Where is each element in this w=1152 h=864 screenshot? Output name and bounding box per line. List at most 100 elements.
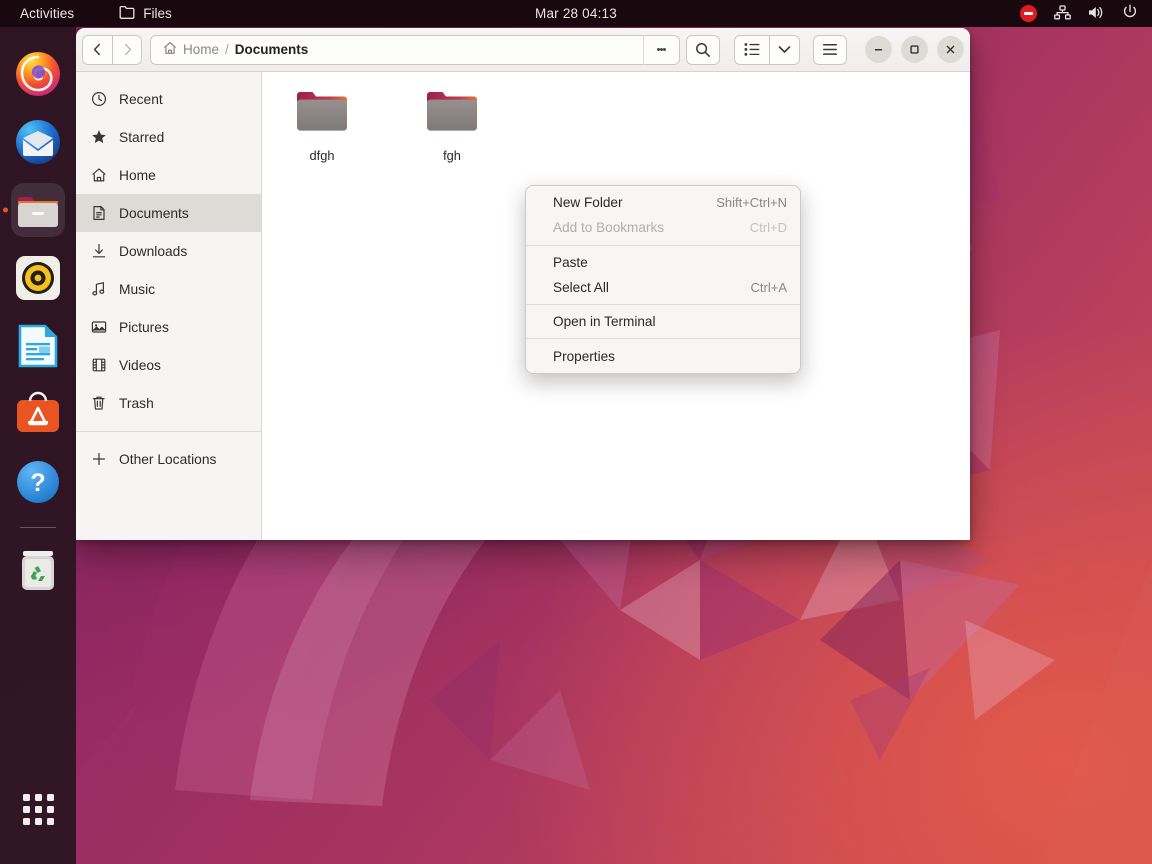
show-applications-button[interactable]	[15, 786, 61, 832]
menu-label: Properties	[553, 348, 615, 364]
breadcrumb: Home / Documents	[150, 34, 680, 65]
trash-icon	[90, 395, 107, 412]
folder-icon	[119, 5, 135, 22]
menu-item-paste[interactable]: Paste	[526, 250, 800, 275]
list-view-button[interactable]	[734, 34, 770, 65]
menu-accel: Shift+Ctrl+N	[716, 195, 787, 211]
home-icon	[163, 41, 177, 58]
sidebar-item-music[interactable]: Music	[76, 270, 261, 308]
sidebar-label-home: Home	[119, 167, 156, 183]
sidebar: Recent Starred Home Documents Downloads …	[76, 72, 262, 540]
menu-item-open-in-terminal[interactable]: Open in Terminal	[526, 309, 800, 334]
video-icon	[90, 357, 107, 374]
dock-item-files[interactable]	[11, 183, 65, 237]
window-controls	[865, 36, 964, 63]
app-menu-label: Files	[143, 6, 172, 21]
back-button[interactable]	[82, 34, 112, 65]
ubuntu-software-icon	[17, 391, 59, 432]
view-options-button[interactable]	[770, 34, 800, 65]
sidebar-separator	[76, 431, 261, 432]
sidebar-label-videos: Videos	[119, 357, 161, 373]
menu-item-properties[interactable]: Properties	[526, 343, 800, 368]
svg-text:?: ?	[30, 469, 45, 497]
dock-item-libreoffice-writer[interactable]	[11, 319, 65, 373]
search-button[interactable]	[686, 34, 720, 65]
menu-label: Paste	[553, 254, 588, 270]
file-item-fgh[interactable]: fgh	[406, 86, 498, 163]
document-icon	[90, 205, 107, 222]
dock-separator	[20, 527, 56, 528]
sidebar-item-home[interactable]: Home	[76, 156, 261, 194]
menu-item-add-to-bookmarks[interactable]: Add to Bookmarks Ctrl+D	[526, 215, 800, 240]
thunderbird-icon	[16, 120, 60, 164]
dock-item-thunderbird[interactable]	[11, 115, 65, 169]
sidebar-label-pictures: Pictures	[119, 319, 169, 335]
dock-item-firefox[interactable]	[11, 47, 65, 101]
dock-item-help[interactable]: ?	[11, 455, 65, 509]
menu-separator	[526, 244, 800, 246]
files-icon	[18, 197, 58, 227]
dock-item-trash[interactable]	[11, 544, 65, 598]
sidebar-item-documents[interactable]: Documents	[76, 194, 261, 232]
sidebar-label-documents: Documents	[119, 205, 189, 221]
close-button[interactable]	[937, 36, 964, 63]
sidebar-label-other-locations: Other Locations	[119, 451, 217, 467]
forward-button[interactable]	[112, 34, 142, 65]
folder-icon	[424, 86, 480, 139]
breadcrumb-label-documents: Documents	[234, 42, 309, 57]
menu-item-select-all[interactable]: Select All Ctrl+A	[526, 275, 800, 300]
help-icon: ?	[17, 461, 59, 503]
grid-icon	[22, 793, 54, 825]
music-icon	[90, 281, 107, 298]
plus-icon	[90, 451, 107, 468]
trash-icon	[22, 551, 54, 590]
maximize-button[interactable]	[901, 36, 928, 63]
menu-item-new-folder[interactable]: New Folder Shift+Ctrl+N	[526, 190, 800, 215]
libreoffice-writer-icon	[18, 324, 58, 368]
window-headerbar: Home / Documents	[76, 28, 970, 72]
home-icon	[90, 167, 107, 184]
sidebar-item-videos[interactable]: Videos	[76, 346, 261, 384]
image-icon	[90, 319, 107, 336]
path-options-button[interactable]	[643, 34, 679, 65]
sidebar-item-downloads[interactable]: Downloads	[76, 232, 261, 270]
clock-icon	[90, 91, 107, 108]
breadcrumb-item-documents[interactable]: Documents	[229, 42, 315, 57]
firefox-icon	[16, 52, 60, 96]
sidebar-label-music: Music	[119, 281, 156, 297]
menu-label: New Folder	[553, 195, 623, 211]
view-controls	[734, 34, 800, 65]
activities-button[interactable]: Activities	[12, 4, 82, 23]
context-menu: New Folder Shift+Ctrl+N Add to Bookmarks…	[525, 185, 801, 374]
sidebar-label-downloads: Downloads	[119, 243, 188, 259]
list-view-icon	[744, 43, 760, 56]
menu-label: Open in Terminal	[553, 314, 656, 330]
sidebar-label-starred: Starred	[119, 129, 165, 145]
sidebar-item-pictures[interactable]: Pictures	[76, 308, 261, 346]
main-menu-button[interactable]	[813, 34, 847, 65]
hamburger-icon	[823, 44, 837, 55]
system-tray[interactable]	[1020, 4, 1138, 23]
download-icon	[90, 243, 107, 260]
minimize-button[interactable]	[865, 36, 892, 63]
breadcrumb-item-home[interactable]: Home	[157, 41, 225, 58]
menu-label: Select All	[553, 280, 609, 296]
menu-label: Add to Bookmarks	[553, 220, 665, 236]
menu-separator	[526, 304, 800, 306]
sidebar-item-starred[interactable]: Starred	[76, 118, 261, 156]
search-icon	[696, 42, 710, 57]
menu-accel: Ctrl+D	[749, 220, 787, 236]
close-icon	[946, 45, 955, 54]
dock-item-rhythmbox[interactable]	[11, 251, 65, 305]
sidebar-item-recent[interactable]: Recent	[76, 80, 261, 118]
window-body: Recent Starred Home Documents Downloads …	[76, 72, 970, 540]
file-item-dfgh[interactable]: dfgh	[276, 86, 368, 163]
network-wired-icon	[1054, 4, 1071, 23]
sidebar-item-trash[interactable]: Trash	[76, 384, 261, 422]
app-menu-files[interactable]: Files	[113, 3, 178, 24]
volume-icon	[1088, 5, 1105, 23]
dock-item-ubuntu-software[interactable]	[11, 387, 65, 441]
files-window: Home / Documents Recent Starred Home Doc…	[76, 28, 970, 540]
sidebar-item-other-locations[interactable]: Other Locations	[76, 440, 261, 478]
star-icon	[90, 129, 107, 146]
